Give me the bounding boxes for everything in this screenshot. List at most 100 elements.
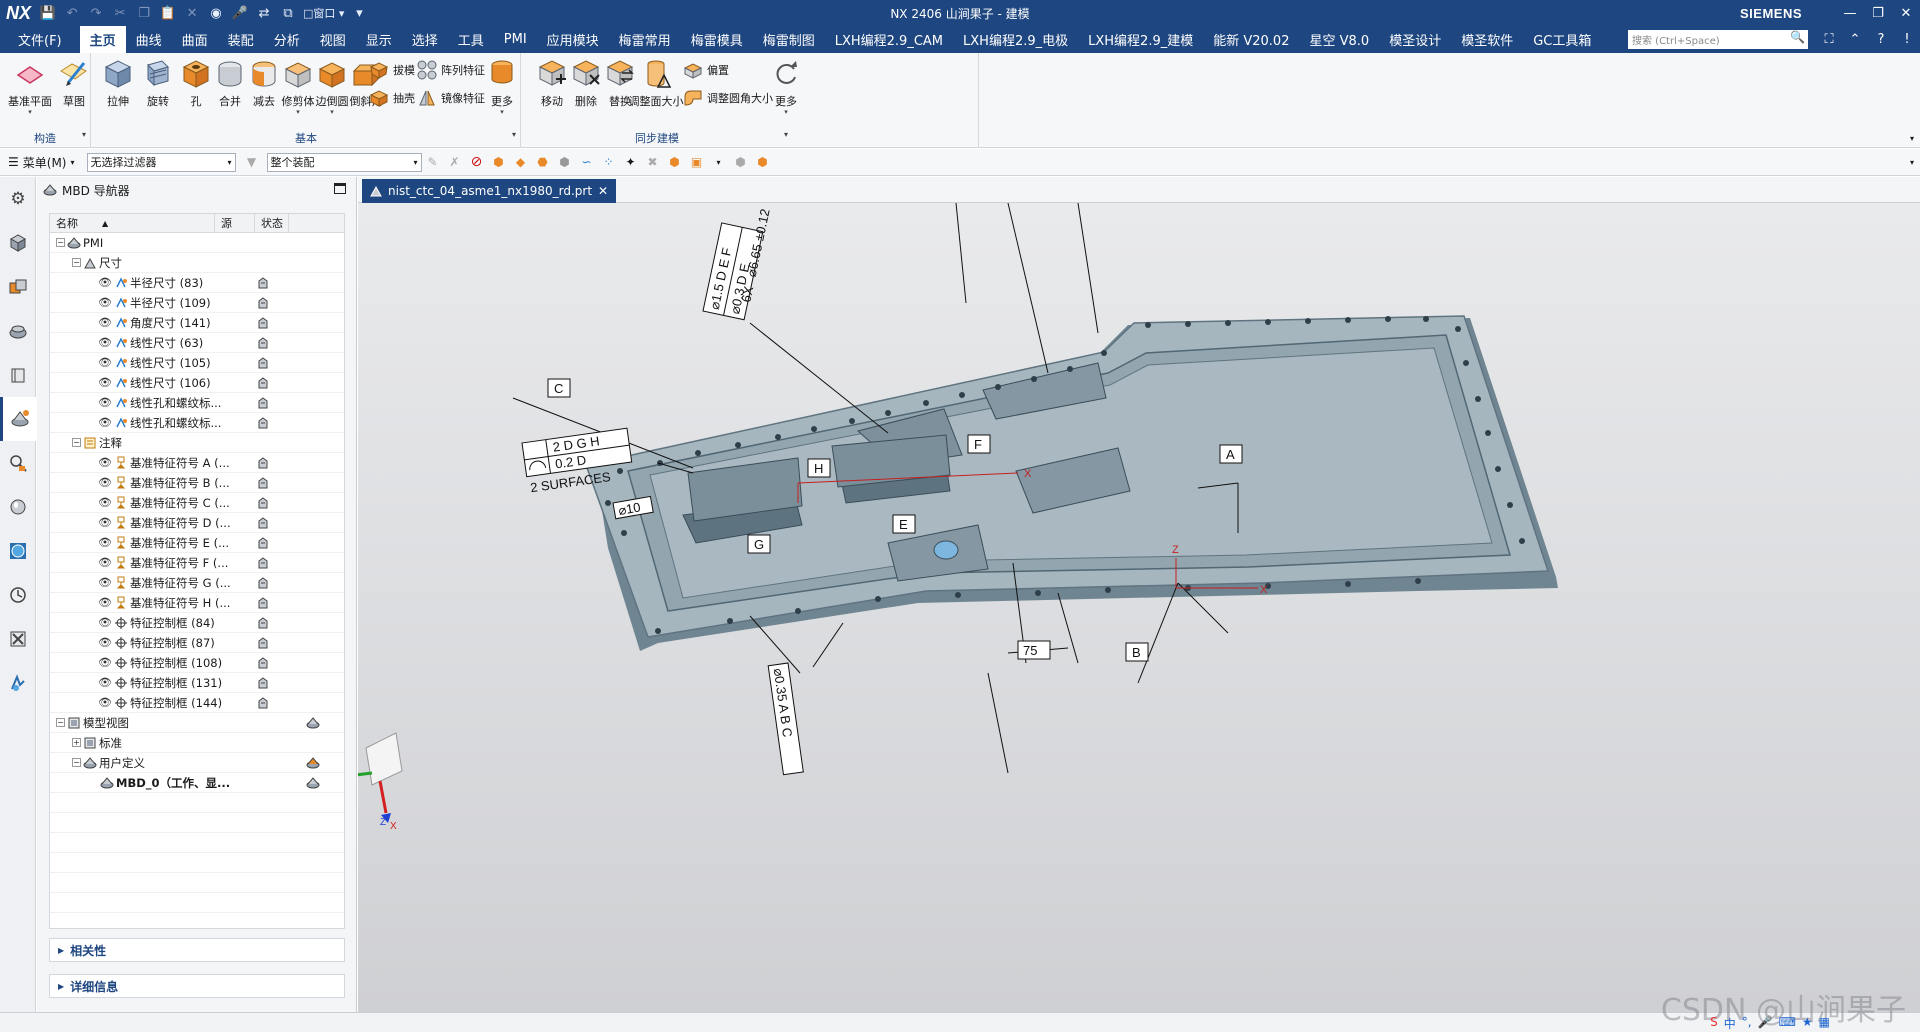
collapse-toggle[interactable]: −	[56, 238, 65, 247]
eye-visibility-icon[interactable]: 👁	[98, 396, 112, 409]
graphics-window[interactable]: C A B D E F G H ⌀1.5 D E F ⌀0.3 D E 6X ⌀…	[358, 203, 1920, 1012]
tab-display[interactable]: 显示	[356, 26, 402, 53]
deselect-icon[interactable]: ✗	[445, 152, 465, 172]
component-icon[interactable]: ⬢	[665, 152, 685, 172]
column-header-name[interactable]: 名称 ▲	[50, 214, 215, 232]
ime-microphone-icon[interactable]: 🎤	[1758, 1015, 1773, 1032]
dropdown-arrow-icon[interactable]: ▾	[330, 109, 334, 116]
column-header-source[interactable]: 源	[215, 214, 255, 232]
dropdown-arrow-icon[interactable]: ▾	[296, 109, 300, 116]
dropdown-arrow-icon[interactable]: ▾	[500, 109, 504, 116]
solid-body-icon[interactable]: ⬢	[555, 152, 575, 172]
eye-visibility-icon[interactable]: 👁	[98, 576, 112, 589]
dimension-item-row[interactable]: 👁 角度尺寸 (141)	[50, 313, 344, 333]
tab-curve[interactable]: 曲线	[126, 26, 172, 53]
resource-pmi-navigator[interactable]	[0, 441, 36, 485]
group-expand-icon[interactable]: ▾	[512, 130, 516, 139]
more-basic-button[interactable]: 更多 ▾	[482, 57, 522, 117]
curve-icon[interactable]: ∽	[577, 152, 597, 172]
point-icon[interactable]: ⁘	[599, 152, 619, 172]
resource-process-studio[interactable]	[0, 617, 36, 661]
annotation-item-row[interactable]: 👁 特征控制框 (144)	[50, 693, 344, 713]
resource-roles[interactable]	[0, 661, 36, 705]
microphone-icon[interactable]: 🎤	[231, 4, 249, 22]
annotation-item-row[interactable]: 👁 基准特征符号 H (...	[50, 593, 344, 613]
datum-plane-button[interactable]: 基准平面 ▾	[8, 57, 52, 117]
type-filter-select[interactable]: 无选择过滤器 ▾	[86, 152, 236, 172]
dimension-item-row[interactable]: 👁 线性尺寸 (105)	[50, 353, 344, 373]
shell-button[interactable]: 抽壳	[368, 87, 415, 109]
help-icon[interactable]: ?	[1868, 32, 1894, 47]
tab-meilei-mold[interactable]: 梅雷模具	[681, 26, 753, 53]
column-header-status[interactable]: 状态	[255, 214, 289, 232]
resource-assembly-navigator[interactable]	[0, 265, 36, 309]
ime-menu-icon[interactable]: ▦	[1819, 1015, 1830, 1032]
tree-node-user-defined[interactable]: − 用户定义	[50, 753, 344, 773]
tab-view[interactable]: 视图	[310, 26, 356, 53]
resource-part-navigator[interactable]	[0, 221, 36, 265]
ime-skin-icon[interactable]: ★	[1802, 1015, 1813, 1032]
tab-home[interactable]: 主页	[79, 26, 126, 53]
extrude-button[interactable]: 拉伸	[98, 57, 138, 117]
ime-keyboard-icon[interactable]: ⌨	[1779, 1015, 1796, 1032]
tree-node-model-views[interactable]: − 模型视图	[50, 713, 344, 733]
eye-visibility-icon[interactable]: 👁	[98, 516, 112, 529]
collapse-toggle[interactable]: −	[72, 258, 81, 267]
revolve-button[interactable]: 旋转	[138, 57, 178, 117]
eye-visibility-icon[interactable]: 👁	[98, 276, 112, 289]
collapse-ribbon-icon[interactable]: ⌃	[1842, 32, 1868, 47]
minimize-icon[interactable]: —	[1836, 0, 1864, 26]
eye-visibility-icon[interactable]: 👁	[98, 616, 112, 629]
annotation-item-row[interactable]: 👁 基准特征符号 B (...	[50, 473, 344, 493]
dimension-item-row[interactable]: 👁 线性尺寸 (63)	[50, 333, 344, 353]
details-section[interactable]: ▶ 详细信息	[49, 974, 345, 998]
eye-visibility-icon[interactable]: 👁	[98, 376, 112, 389]
tree-node-dimensions[interactable]: − 尺寸	[50, 253, 344, 273]
resource-web-browser[interactable]	[0, 529, 36, 573]
dimension-item-row[interactable]: 👁 半径尺寸 (109)	[50, 293, 344, 313]
collapse-toggle[interactable]: −	[72, 758, 81, 767]
resource-history[interactable]	[0, 485, 36, 529]
annotation-item-row[interactable]: 👁 特征控制框 (84)	[50, 613, 344, 633]
tab-applications[interactable]: 应用模块	[537, 26, 609, 53]
tree-node-pmi[interactable]: − PMI	[50, 233, 344, 253]
eye-visibility-icon[interactable]: 👁	[98, 556, 112, 569]
render-style-icon[interactable]: ◉	[207, 4, 225, 22]
command-search-input[interactable]: 搜索 (Ctrl+Space) 🔍	[1628, 30, 1808, 49]
offset-face-button[interactable]: 偏置	[682, 59, 729, 81]
annotation-item-row[interactable]: 👁 基准特征符号 A (...	[50, 453, 344, 473]
eye-visibility-icon[interactable]: 👁	[98, 456, 112, 469]
ime-language[interactable]: 中	[1724, 1015, 1736, 1032]
tab-assembly[interactable]: 装配	[218, 26, 264, 53]
tab-nengxin[interactable]: 能新 V20.02	[1203, 26, 1299, 53]
tab-pmi[interactable]: PMI	[494, 26, 537, 53]
tab-analysis[interactable]: 分析	[264, 26, 310, 53]
main-menu-button[interactable]: ☰ 菜单(M) ▾	[0, 154, 83, 171]
hidden-body-icon[interactable]: ⬢	[731, 152, 751, 172]
tab-meilei-common[interactable]: 梅雷常用	[609, 26, 681, 53]
box-select-icon[interactable]: ⬢	[753, 152, 773, 172]
single-face-icon[interactable]: ◆	[511, 152, 531, 172]
dimension-item-row[interactable]: 👁 半径尺寸 (83)	[50, 273, 344, 293]
command-finder-icon[interactable]: ⇄	[255, 4, 273, 22]
toolbar-options-icon[interactable]: ▾	[1910, 158, 1914, 167]
tab-gc-toolbox[interactable]: GC工具箱	[1523, 26, 1601, 53]
dropdown-arrow-icon[interactable]: ▾	[28, 109, 32, 116]
annotation-item-row[interactable]: 👁 基准特征符号 C (...	[50, 493, 344, 513]
close-tab-icon[interactable]: ✕	[598, 184, 608, 198]
select-all-icon[interactable]: ✎	[423, 152, 443, 172]
eye-visibility-icon[interactable]: 👁	[98, 636, 112, 649]
tab-lxh-cam[interactable]: LXH编程2.9_CAM	[825, 26, 953, 53]
delete-qa-icon[interactable]: ✕	[183, 4, 201, 22]
expand-toggle[interactable]: +	[72, 738, 81, 747]
annotation-item-row[interactable]: 👁 特征控制框 (87)	[50, 633, 344, 653]
eye-visibility-icon[interactable]: 👁	[98, 676, 112, 689]
eye-visibility-icon[interactable]: 👁	[98, 476, 112, 489]
filter-funnel-icon[interactable]: ▼	[242, 152, 262, 172]
resource-mbd-navigator[interactable]	[0, 397, 36, 441]
restore-icon[interactable]: ❐	[1864, 0, 1892, 26]
eye-visibility-icon[interactable]: 👁	[98, 696, 112, 709]
annotation-item-row[interactable]: 👁 特征控制框 (108)	[50, 653, 344, 673]
eye-visibility-icon[interactable]: 👁	[98, 296, 112, 309]
dimension-item-row[interactable]: 👁 线性尺寸 (106)	[50, 373, 344, 393]
